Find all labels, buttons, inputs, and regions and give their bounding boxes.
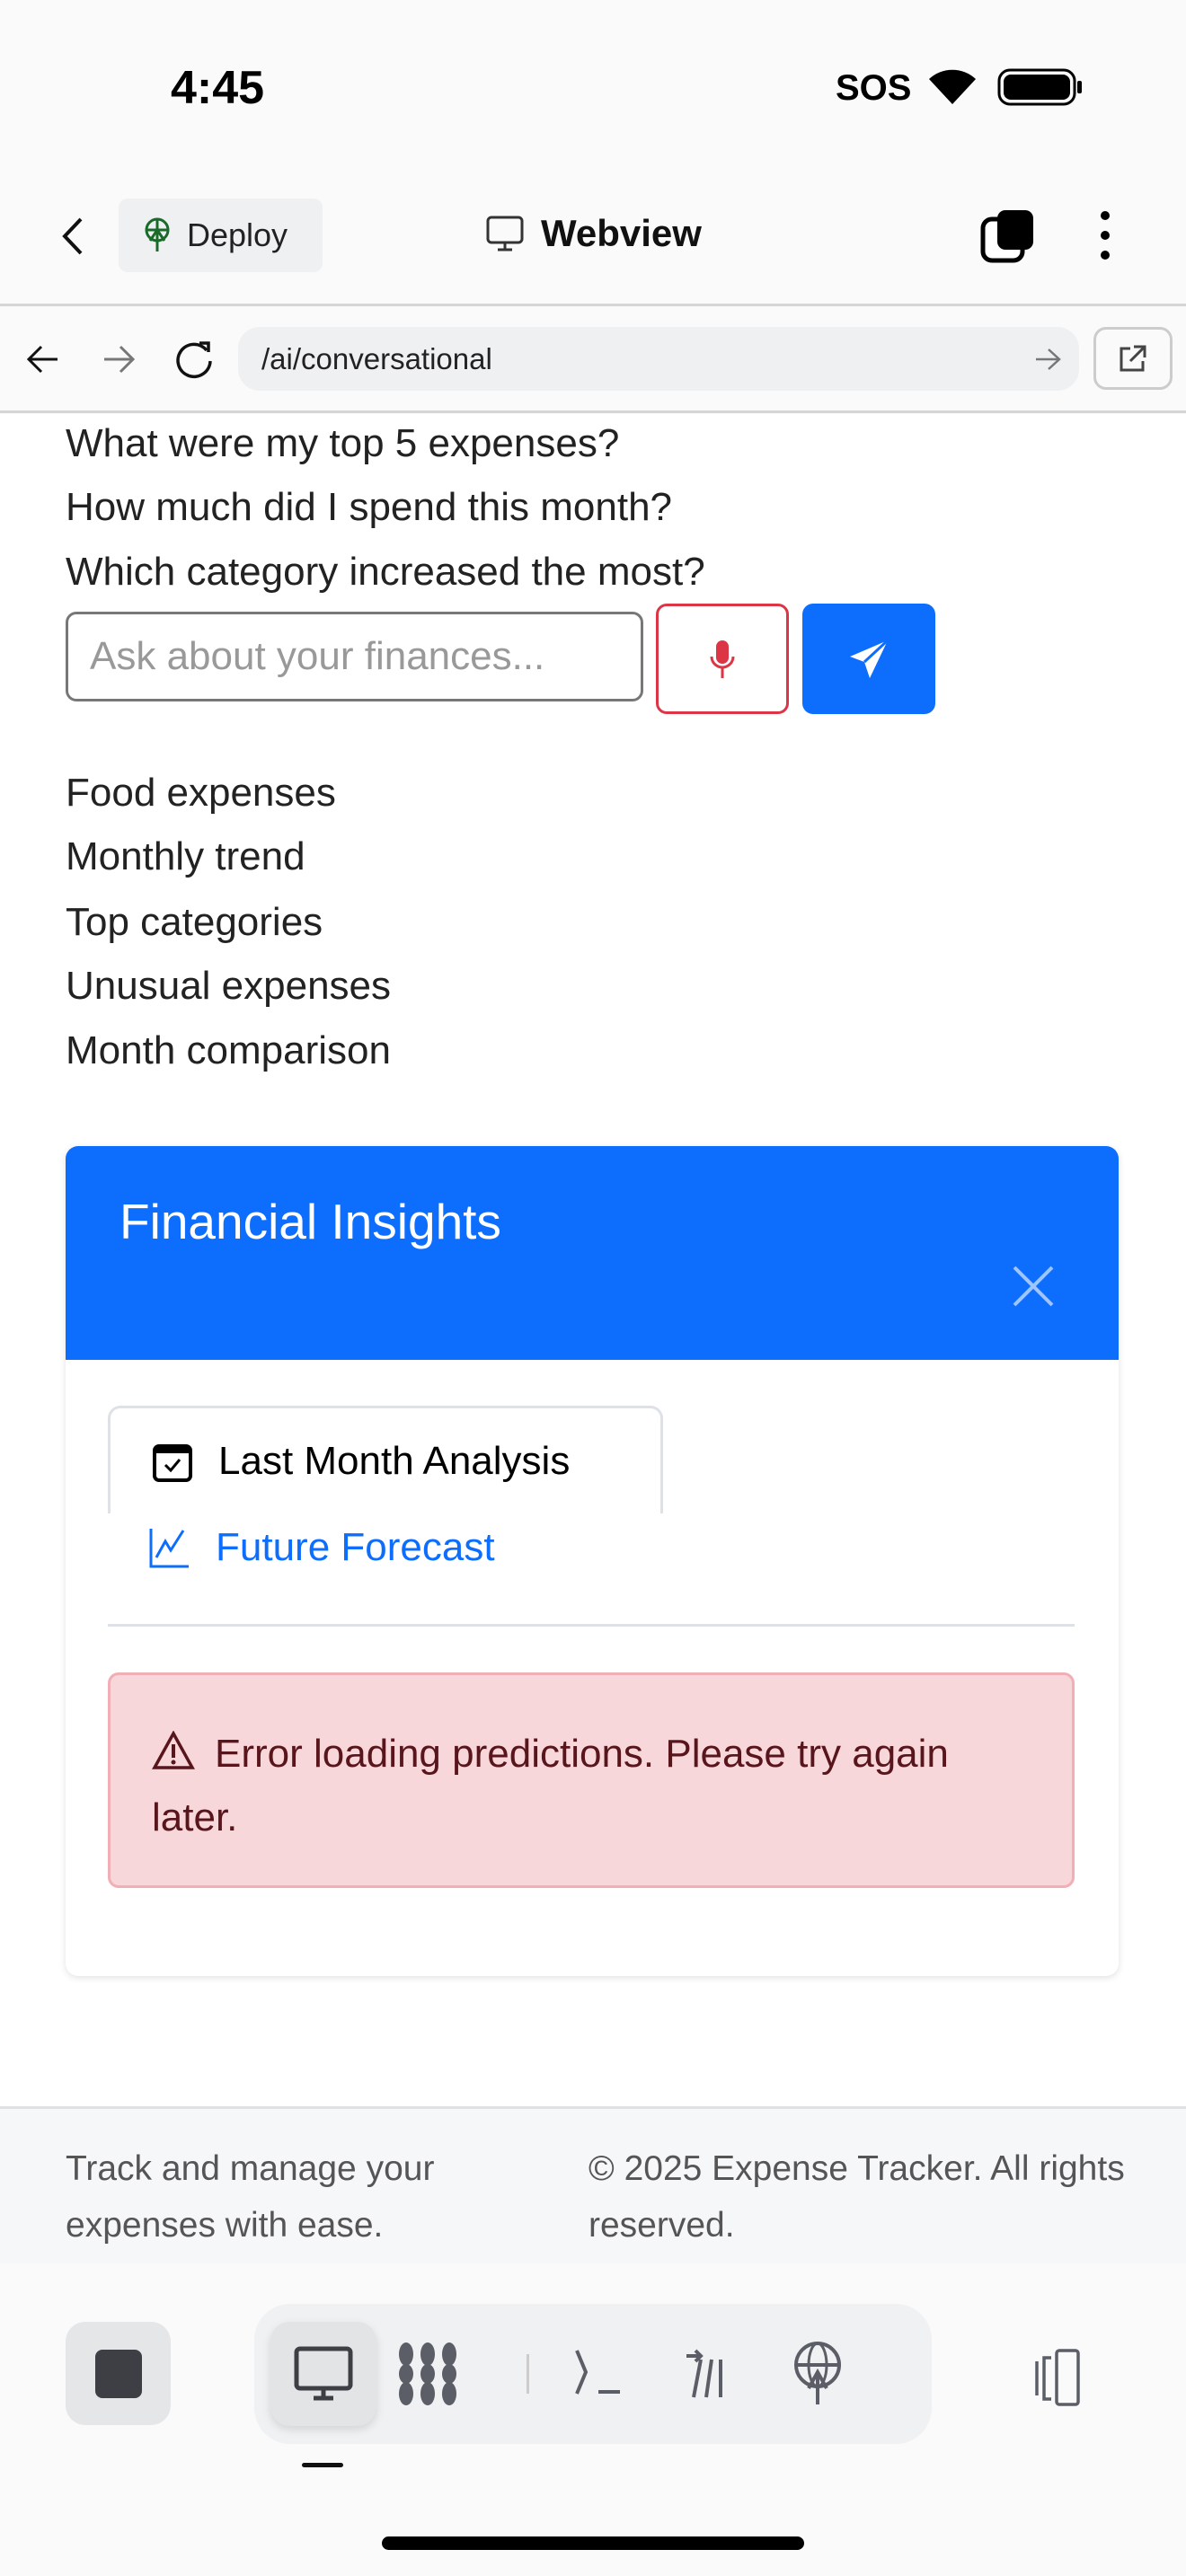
tab-label: Future Forecast bbox=[216, 1525, 495, 1569]
deploy-button[interactable]: Deploy bbox=[119, 198, 323, 272]
deploy-globe-icon bbox=[794, 2342, 841, 2404]
active-tool-indicator bbox=[302, 2463, 343, 2467]
battery-icon bbox=[997, 68, 1082, 106]
stop-icon bbox=[94, 2349, 142, 2398]
back-chevron-icon[interactable] bbox=[59, 216, 86, 257]
monitor-icon bbox=[294, 2346, 353, 2401]
reload-icon[interactable] bbox=[174, 340, 216, 379]
tab-future-forecast[interactable]: Future Forecast bbox=[108, 1525, 495, 1570]
suggestion-chip[interactable]: Unusual expenses bbox=[66, 964, 391, 1009]
page-title: Webview bbox=[541, 212, 702, 254]
webview-title: Webview bbox=[485, 212, 702, 255]
webpage: What were my top 5 expenses? How much di… bbox=[0, 414, 1186, 2106]
deploy-globe-icon bbox=[145, 217, 170, 251]
calendar-check-icon bbox=[153, 1443, 192, 1482]
terminal-icon bbox=[575, 2350, 620, 2395]
suggestion-chip[interactable]: Monthly trend bbox=[66, 834, 305, 879]
agent-pattern-icon bbox=[399, 2342, 456, 2405]
deploy-label: Deploy bbox=[187, 216, 288, 253]
git-lines-icon bbox=[686, 2349, 722, 2398]
example-question[interactable]: Which category increased the most? bbox=[66, 550, 705, 595]
tab-divider bbox=[108, 1624, 1075, 1627]
example-question[interactable]: What were my top 5 expenses? bbox=[66, 421, 619, 466]
send-button[interactable] bbox=[802, 604, 935, 714]
status-time: 4:45 bbox=[171, 62, 265, 114]
error-message: Error loading predictions. Please try ag… bbox=[152, 1732, 949, 1839]
card-title: Financial Insights bbox=[119, 1194, 501, 1249]
monitor-icon bbox=[486, 216, 524, 251]
microphone-icon bbox=[710, 640, 735, 678]
voice-input-button[interactable] bbox=[656, 604, 789, 714]
browser-forward-icon[interactable] bbox=[101, 343, 137, 375]
suggestion-chip[interactable]: Food expenses bbox=[66, 771, 336, 816]
suggestion-chip[interactable]: Month comparison bbox=[66, 1028, 391, 1073]
graph-up-icon bbox=[149, 1529, 189, 1568]
url-bar[interactable]: /ai/conversational bbox=[238, 327, 1079, 391]
financial-insights-card: Financial Insights Last Month Analysis F… bbox=[66, 1146, 1119, 1976]
send-icon bbox=[850, 639, 890, 678]
divider bbox=[0, 304, 1186, 306]
footer-tagline: Track and manage your expenses with ease… bbox=[66, 2149, 435, 2245]
deploy-tool-button[interactable] bbox=[765, 2322, 871, 2426]
finance-question-input[interactable]: Ask about your finances... bbox=[66, 612, 643, 701]
browser-back-icon[interactable] bbox=[25, 343, 61, 375]
open-external-button[interactable] bbox=[1093, 327, 1173, 390]
sos-indicator: SOS bbox=[836, 68, 912, 108]
example-question[interactable]: How much did I spend this month? bbox=[66, 485, 672, 530]
error-alert: Error loading predictions. Please try ag… bbox=[108, 1672, 1075, 1888]
webview-tool-button[interactable] bbox=[270, 2322, 376, 2426]
footer-copyright: © 2025 Expense Tracker. All rights reser… bbox=[589, 2149, 1125, 2245]
divider bbox=[0, 410, 1186, 413]
git-button[interactable] bbox=[659, 2322, 765, 2426]
device-rotate-icon[interactable] bbox=[1033, 2349, 1096, 2408]
tabs-icon[interactable] bbox=[979, 207, 1037, 264]
stop-button[interactable] bbox=[66, 2322, 171, 2425]
toolbar-separator bbox=[527, 2354, 529, 2394]
ai-agent-button[interactable] bbox=[376, 2322, 482, 2426]
tab-last-month-analysis[interactable]: Last Month Analysis bbox=[108, 1406, 663, 1513]
tab-label: Last Month Analysis bbox=[218, 1438, 571, 1483]
warning-triangle-icon bbox=[152, 1730, 195, 1769]
close-icon[interactable] bbox=[1011, 1264, 1056, 1309]
external-link-icon bbox=[1120, 345, 1146, 372]
go-arrow-icon[interactable] bbox=[1034, 347, 1061, 372]
wifi-icon bbox=[929, 69, 976, 104]
home-indicator[interactable] bbox=[382, 2536, 804, 2550]
page-footer: Track and manage your expenses with ease… bbox=[0, 2106, 1186, 2263]
card-header: Financial Insights bbox=[66, 1146, 1119, 1360]
suggestion-chip[interactable]: Top categories bbox=[66, 900, 323, 945]
url-text: /ai/conversational bbox=[261, 342, 492, 375]
terminal-button[interactable] bbox=[547, 2322, 653, 2426]
bottom-toolbar bbox=[254, 2304, 932, 2444]
more-menu-icon[interactable] bbox=[1094, 208, 1116, 262]
